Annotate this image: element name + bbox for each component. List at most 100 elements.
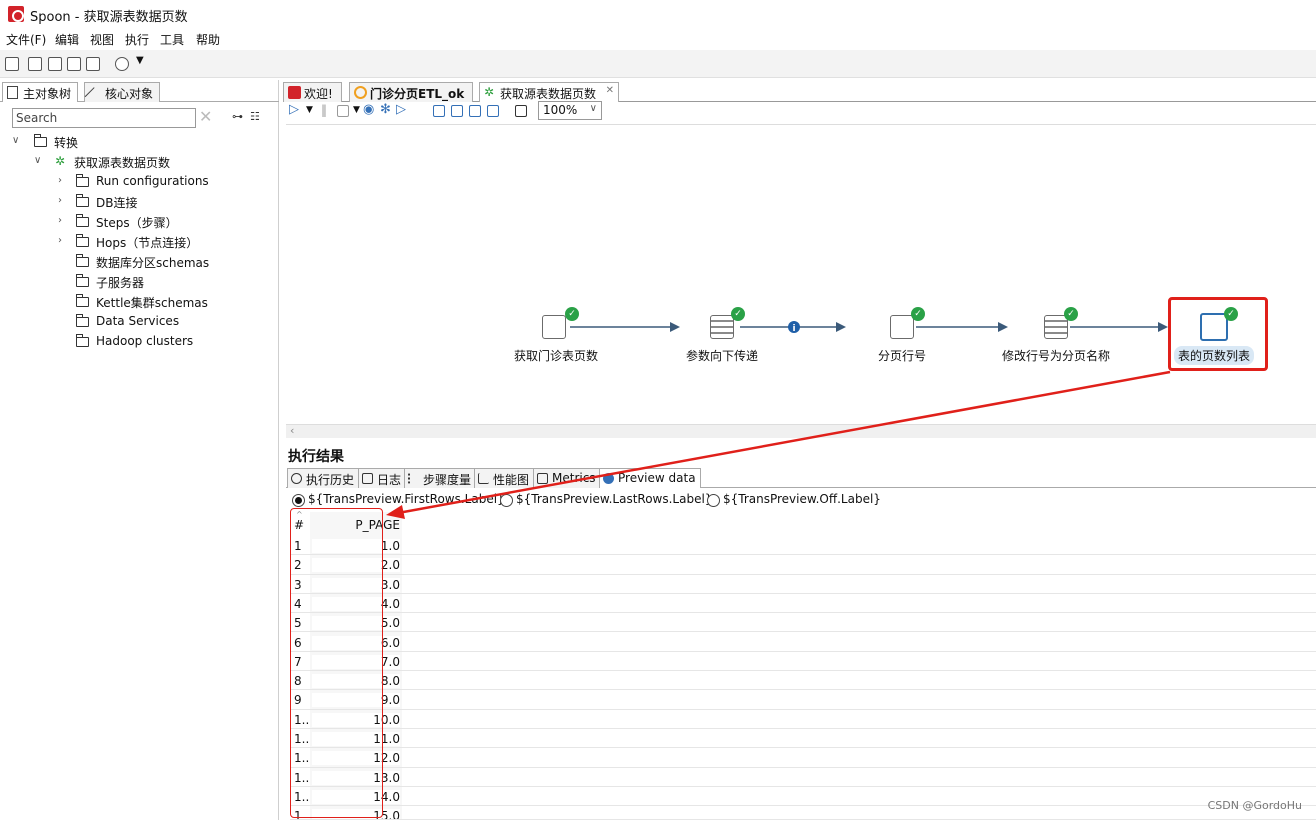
chevron-right-icon[interactable]: › (58, 215, 68, 226)
tab-transformation[interactable]: ✲ 获取源表数据页数 ✕ (479, 82, 620, 102)
table-row[interactable]: 4 4.0 (290, 594, 1316, 614)
preview-eye-icon[interactable]: ◉ (363, 102, 374, 117)
hop-arrow-icon (836, 322, 846, 332)
preview-mode-radios: ${TransPreview.FirstRows.Label} ${TransP… (290, 491, 1310, 509)
results-tabs: 执行历史 日志 步骤度量 性能图 Metrics Preview data (286, 468, 1316, 488)
new-file-icon[interactable] (5, 57, 19, 71)
tab-log[interactable]: 日志 (358, 468, 407, 488)
close-tab-icon[interactable]: ✕ (606, 85, 614, 96)
save-as-icon[interactable] (86, 57, 100, 71)
table-row[interactable]: 1 15.0 (290, 806, 1316, 820)
tab-job[interactable]: 门诊分页ETL_ok (349, 82, 474, 102)
table-row[interactable]: 1.. 12.0 (290, 748, 1316, 768)
menu-file[interactable]: 文件(F) (6, 31, 46, 48)
watermark: CSDN @GordoHu (1207, 799, 1302, 812)
zoom-select[interactable]: 100% ∨ (538, 101, 602, 120)
tab-execution-history[interactable]: 执行历史 (287, 468, 360, 488)
horizontal-scrollbar[interactable]: ‹ (286, 424, 1316, 438)
tab-core-objects[interactable]: 核心对象 (84, 82, 161, 102)
pause-icon[interactable]: ‖ (321, 103, 327, 117)
impact-icon[interactable] (451, 105, 463, 117)
folder-icon (76, 334, 89, 347)
chevron-down-icon[interactable]: ∨ (34, 155, 44, 166)
replay-icon[interactable]: ▷ (396, 102, 406, 117)
table-row[interactable]: 8 8.0 (290, 671, 1316, 691)
step-label[interactable]: 修改行号为分页名称 (1002, 347, 1110, 364)
table-row[interactable]: 1 1.0 (290, 536, 1316, 556)
menu-edit[interactable]: 编辑 (55, 31, 79, 48)
scroll-left-icon[interactable]: ‹ (290, 424, 294, 437)
left-panel: 主对象树 核心对象 ✕ ⊶ ☷ ∨ 转换 ∨ ✲ 获取源表数据页数 › Run … (0, 80, 279, 820)
menu-run[interactable]: 执行 (125, 31, 149, 48)
step-icon-rename-field[interactable] (1044, 315, 1068, 339)
spoon-icon (288, 86, 301, 99)
table-row[interactable]: 1.. 11.0 (290, 729, 1316, 749)
collapse-tree-icon[interactable]: ⊶ (232, 110, 243, 123)
step-label[interactable]: 获取门诊表页数 (514, 347, 598, 364)
stop-dropdown-icon[interactable]: ▼ (353, 105, 360, 115)
step-icon-add-sequence[interactable] (890, 315, 914, 339)
search-input[interactable] (12, 108, 196, 128)
tab-metrics[interactable]: Metrics (533, 468, 601, 488)
folder-icon (76, 174, 89, 187)
chevron-down-icon[interactable]: ∨ (12, 135, 22, 146)
radio-off[interactable]: ${TransPreview.Off.Label} (707, 492, 881, 507)
show-results-icon[interactable] (515, 105, 527, 117)
step-icon-select-values[interactable] (710, 315, 734, 339)
transformation-canvas[interactable]: i ✓ 获取门诊表页数 ✓ 参数向下传递 ✓ 分页行号 ✓ 修改行号为分页名称 … (286, 124, 1316, 424)
clear-search-icon[interactable]: ✕ (199, 107, 212, 126)
table-row[interactable]: 1.. 13.0 (290, 768, 1316, 787)
folder-icon (34, 134, 47, 147)
preview-eye-icon (603, 473, 614, 484)
perspective-dropdown-icon[interactable]: ▼ (136, 55, 144, 66)
table-row[interactable]: 1.. 14.0 (290, 787, 1316, 807)
tree-label: 子服务器 (96, 276, 145, 290)
window-title: Spoon - 获取源表数据页数 (30, 10, 188, 25)
metrics-icon (537, 473, 548, 484)
save-icon[interactable] (67, 57, 81, 71)
tab-main-object-tree[interactable]: 主对象树 (2, 82, 79, 102)
radio-first-rows[interactable]: ${TransPreview.FirstRows.Label} (292, 492, 505, 507)
tab-performance-graph[interactable]: 性能图 (474, 468, 535, 488)
sql-icon[interactable] (469, 105, 481, 117)
chevron-right-icon[interactable]: › (58, 235, 68, 246)
table-row[interactable]: 1.. 10.0 (290, 710, 1316, 729)
table-row[interactable]: 5 5.0 (290, 613, 1316, 633)
explore-repository-icon[interactable] (48, 57, 62, 71)
explore-db-icon[interactable] (487, 105, 499, 117)
step-label[interactable]: 参数向下传递 (686, 347, 758, 364)
table-row[interactable]: 9 9.0 (290, 690, 1316, 710)
debug-icon[interactable]: ✻ (380, 102, 391, 117)
folder-icon (76, 274, 89, 287)
run-dropdown-icon[interactable]: ▼ (306, 105, 313, 115)
menu-tools[interactable]: 工具 (160, 31, 184, 48)
perspective-layers-icon[interactable] (115, 57, 129, 71)
open-file-icon[interactable] (28, 57, 42, 71)
verify-icon[interactable] (433, 105, 445, 117)
spoon-app-icon (8, 6, 24, 22)
tab-label: 获取源表数据页数 (500, 87, 597, 101)
radio-last-rows[interactable]: ${TransPreview.LastRows.Label} (500, 492, 712, 507)
chevron-right-icon[interactable]: › (58, 195, 68, 206)
menu-view[interactable]: 视图 (90, 31, 114, 48)
table-row[interactable]: 7 7.0 (290, 652, 1316, 672)
folder-icon (76, 194, 89, 207)
expand-tree-icon[interactable]: ☷ (250, 110, 260, 123)
step-icon-table-input[interactable] (542, 315, 566, 339)
info-icon-glyph: i (792, 324, 795, 334)
menu-help[interactable]: 帮助 (196, 31, 220, 48)
tab-preview-data[interactable]: Preview data (599, 468, 701, 488)
preview-data-grid[interactable]: ^ # P_PAGE 1 1.0 2 2.0 3 3.0 4 4.0 5 5.0 6 6.0… (290, 510, 1316, 820)
run-icon[interactable]: ▷ (289, 102, 299, 117)
table-row[interactable]: 6 6.0 (290, 633, 1316, 652)
folder-icon (76, 214, 89, 227)
tab-step-metrics[interactable]: 步骤度量 (404, 468, 477, 488)
table-row[interactable]: 2 2.0 (290, 555, 1316, 575)
title-bar: Spoon - 获取源表数据页数 (0, 0, 1316, 28)
tab-welcome[interactable]: 欢迎! (283, 82, 342, 102)
chevron-right-icon[interactable]: › (58, 175, 68, 186)
tab-label: 欢迎! (304, 87, 333, 101)
table-row[interactable]: 3 3.0 (290, 575, 1316, 594)
stop-icon[interactable] (337, 105, 349, 117)
step-label[interactable]: 分页行号 (878, 347, 926, 364)
